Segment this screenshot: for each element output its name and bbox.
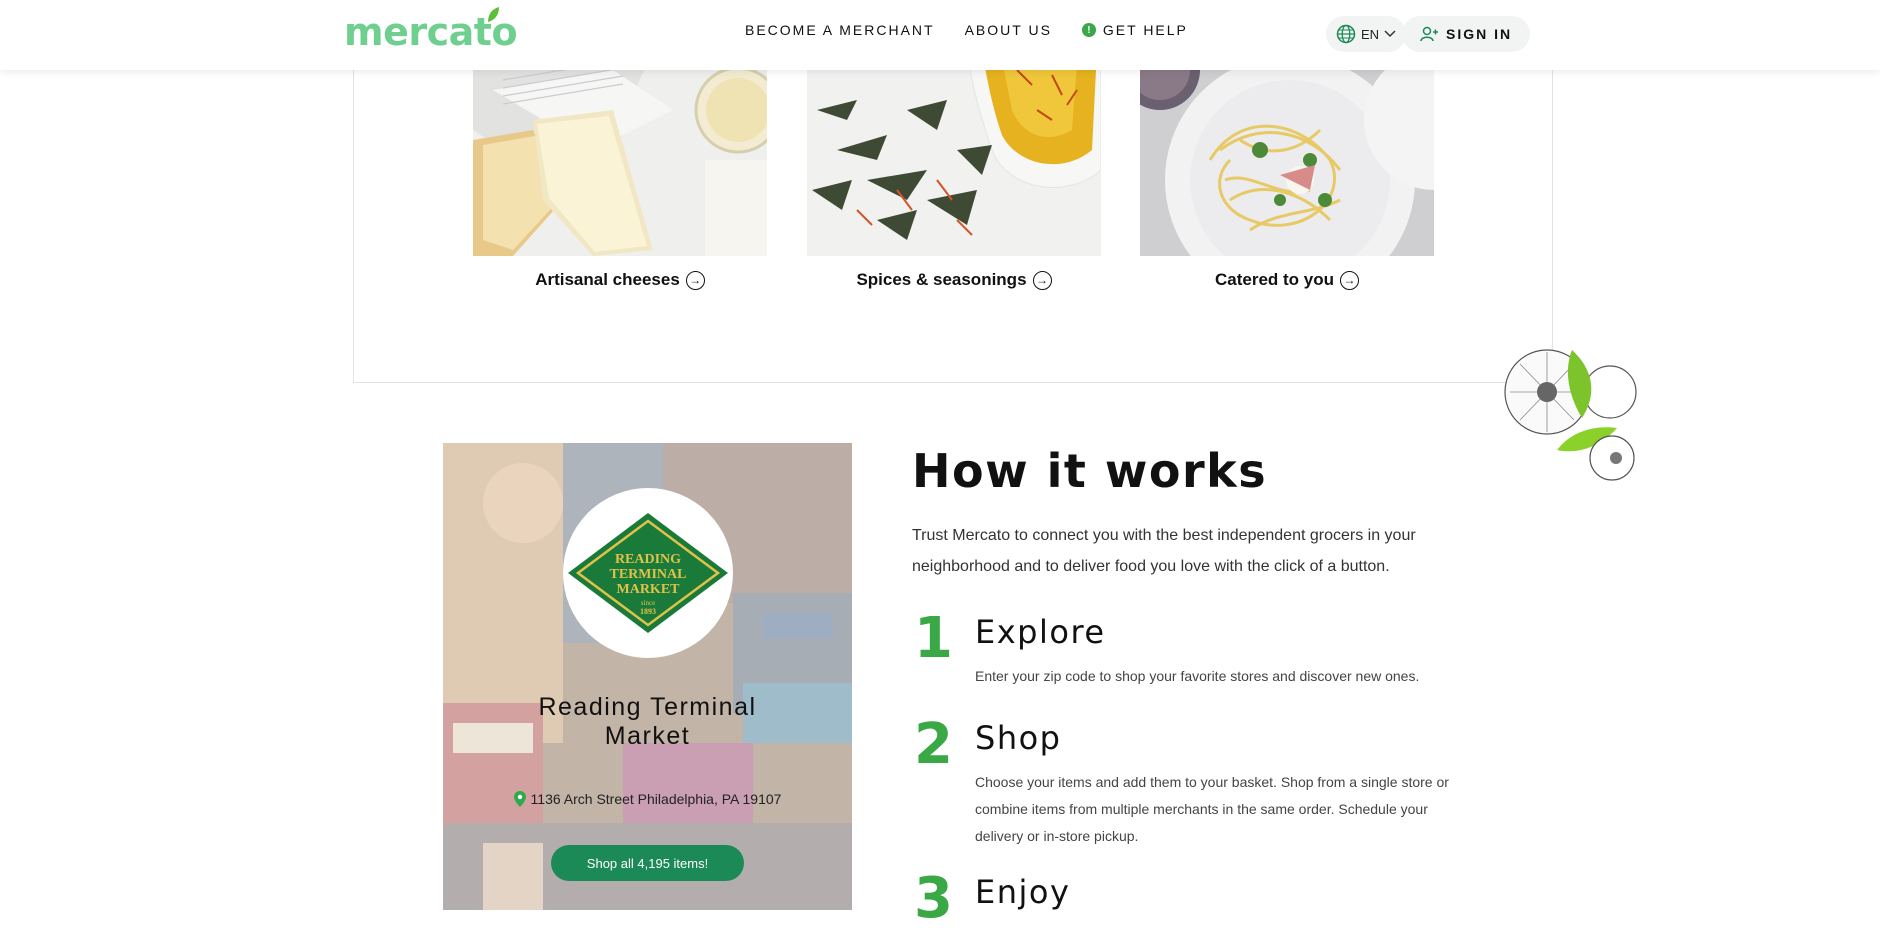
leaf-icon	[488, 7, 499, 22]
category-card-cheeses[interactable]: Artisanal cheeses →	[473, 50, 767, 290]
shop-all-items-button[interactable]: Shop all 4,195 items!	[551, 845, 744, 881]
how-it-works-title: How it works	[912, 444, 1268, 498]
step-number: 1	[914, 606, 953, 671]
step-title-shop: Shop	[975, 719, 1062, 757]
reading-terminal-market-logo: READING TERMINAL MARKET since 1893	[568, 513, 728, 633]
nav-label: GET HELP	[1102, 22, 1188, 38]
spices-photo[interactable]	[807, 50, 1101, 256]
category-card-spices[interactable]: Spices & seasonings →	[807, 50, 1101, 290]
info-icon: !	[1081, 23, 1096, 37]
arrow-right-icon: →	[1340, 270, 1360, 290]
globe-icon	[1336, 24, 1356, 44]
step-number: 2	[914, 712, 953, 777]
main-nav: BECOME A MERCHANT ABOUT US ! GET HELP	[745, 22, 1188, 38]
nav-label: ABOUT US	[964, 22, 1052, 38]
sign-in-label: SIGN IN	[1446, 26, 1513, 42]
cheese-photo[interactable]	[473, 50, 767, 256]
top-header: mercato BECOME A MERCHANT ABOUT US ! GET…	[0, 0, 1880, 70]
how-it-works-intro: Trust Mercato to connect you with the be…	[912, 527, 1416, 575]
step-title-enjoy: Enjoy	[975, 873, 1071, 911]
chevron-down-icon	[1384, 30, 1396, 38]
language-selector[interactable]: EN	[1326, 16, 1407, 52]
nav-label: BECOME A MERCHANT	[745, 22, 935, 38]
market-logo: READING TERMINAL MARKET since 1893	[563, 488, 733, 658]
category-label[interactable]: Catered to you →	[1140, 270, 1434, 290]
map-pin-icon	[513, 791, 526, 807]
step-number: 3	[914, 866, 953, 931]
category-label[interactable]: Spices & seasonings →	[807, 270, 1101, 290]
svg-text:MARKET: MARKET	[617, 582, 681, 597]
arrow-right-icon: →	[1032, 270, 1052, 290]
category-label-text: Artisanal cheeses	[535, 270, 680, 289]
svg-text:1893: 1893	[640, 607, 656, 616]
category-label-text: Catered to you	[1214, 270, 1335, 289]
featured-market-card[interactable]: READING TERMINAL MARKET since 1893 Readi…	[443, 443, 852, 910]
step-description: Enter your zip code to shop your favorit…	[975, 668, 1420, 684]
step-description: Choose your items and add them to your b…	[975, 774, 1449, 844]
market-name: Reading Terminal Market	[538, 693, 757, 750]
language-label: EN	[1361, 26, 1380, 42]
category-label[interactable]: Artisanal cheeses →	[473, 270, 767, 290]
market-address: 1136 Arch Street Philadelphia, PA 19107	[443, 791, 852, 807]
svg-text:since: since	[641, 599, 655, 607]
nav-become-merchant[interactable]: BECOME A MERCHANT	[745, 22, 935, 38]
arrow-right-icon: →	[685, 270, 705, 290]
category-card-catered[interactable]: Catered to you →	[1140, 50, 1434, 290]
sign-in-button[interactable]: SIGN IN	[1402, 16, 1531, 52]
category-label-text: Spices & seasonings	[856, 270, 1027, 289]
svg-text:TERMINAL: TERMINAL	[609, 567, 686, 582]
market-address-text: 1136 Arch Street Philadelphia, PA 19107	[530, 791, 782, 807]
nav-get-help[interactable]: ! GET HELP	[1081, 22, 1188, 38]
decorative-fruit-sketch	[1504, 349, 1637, 481]
svg-text:READING: READING	[615, 552, 681, 567]
step-title-explore: Explore	[975, 613, 1106, 651]
add-user-icon	[1420, 26, 1438, 42]
pasta-photo[interactable]	[1140, 50, 1434, 256]
nav-about-us[interactable]: ABOUT US	[965, 22, 1052, 38]
